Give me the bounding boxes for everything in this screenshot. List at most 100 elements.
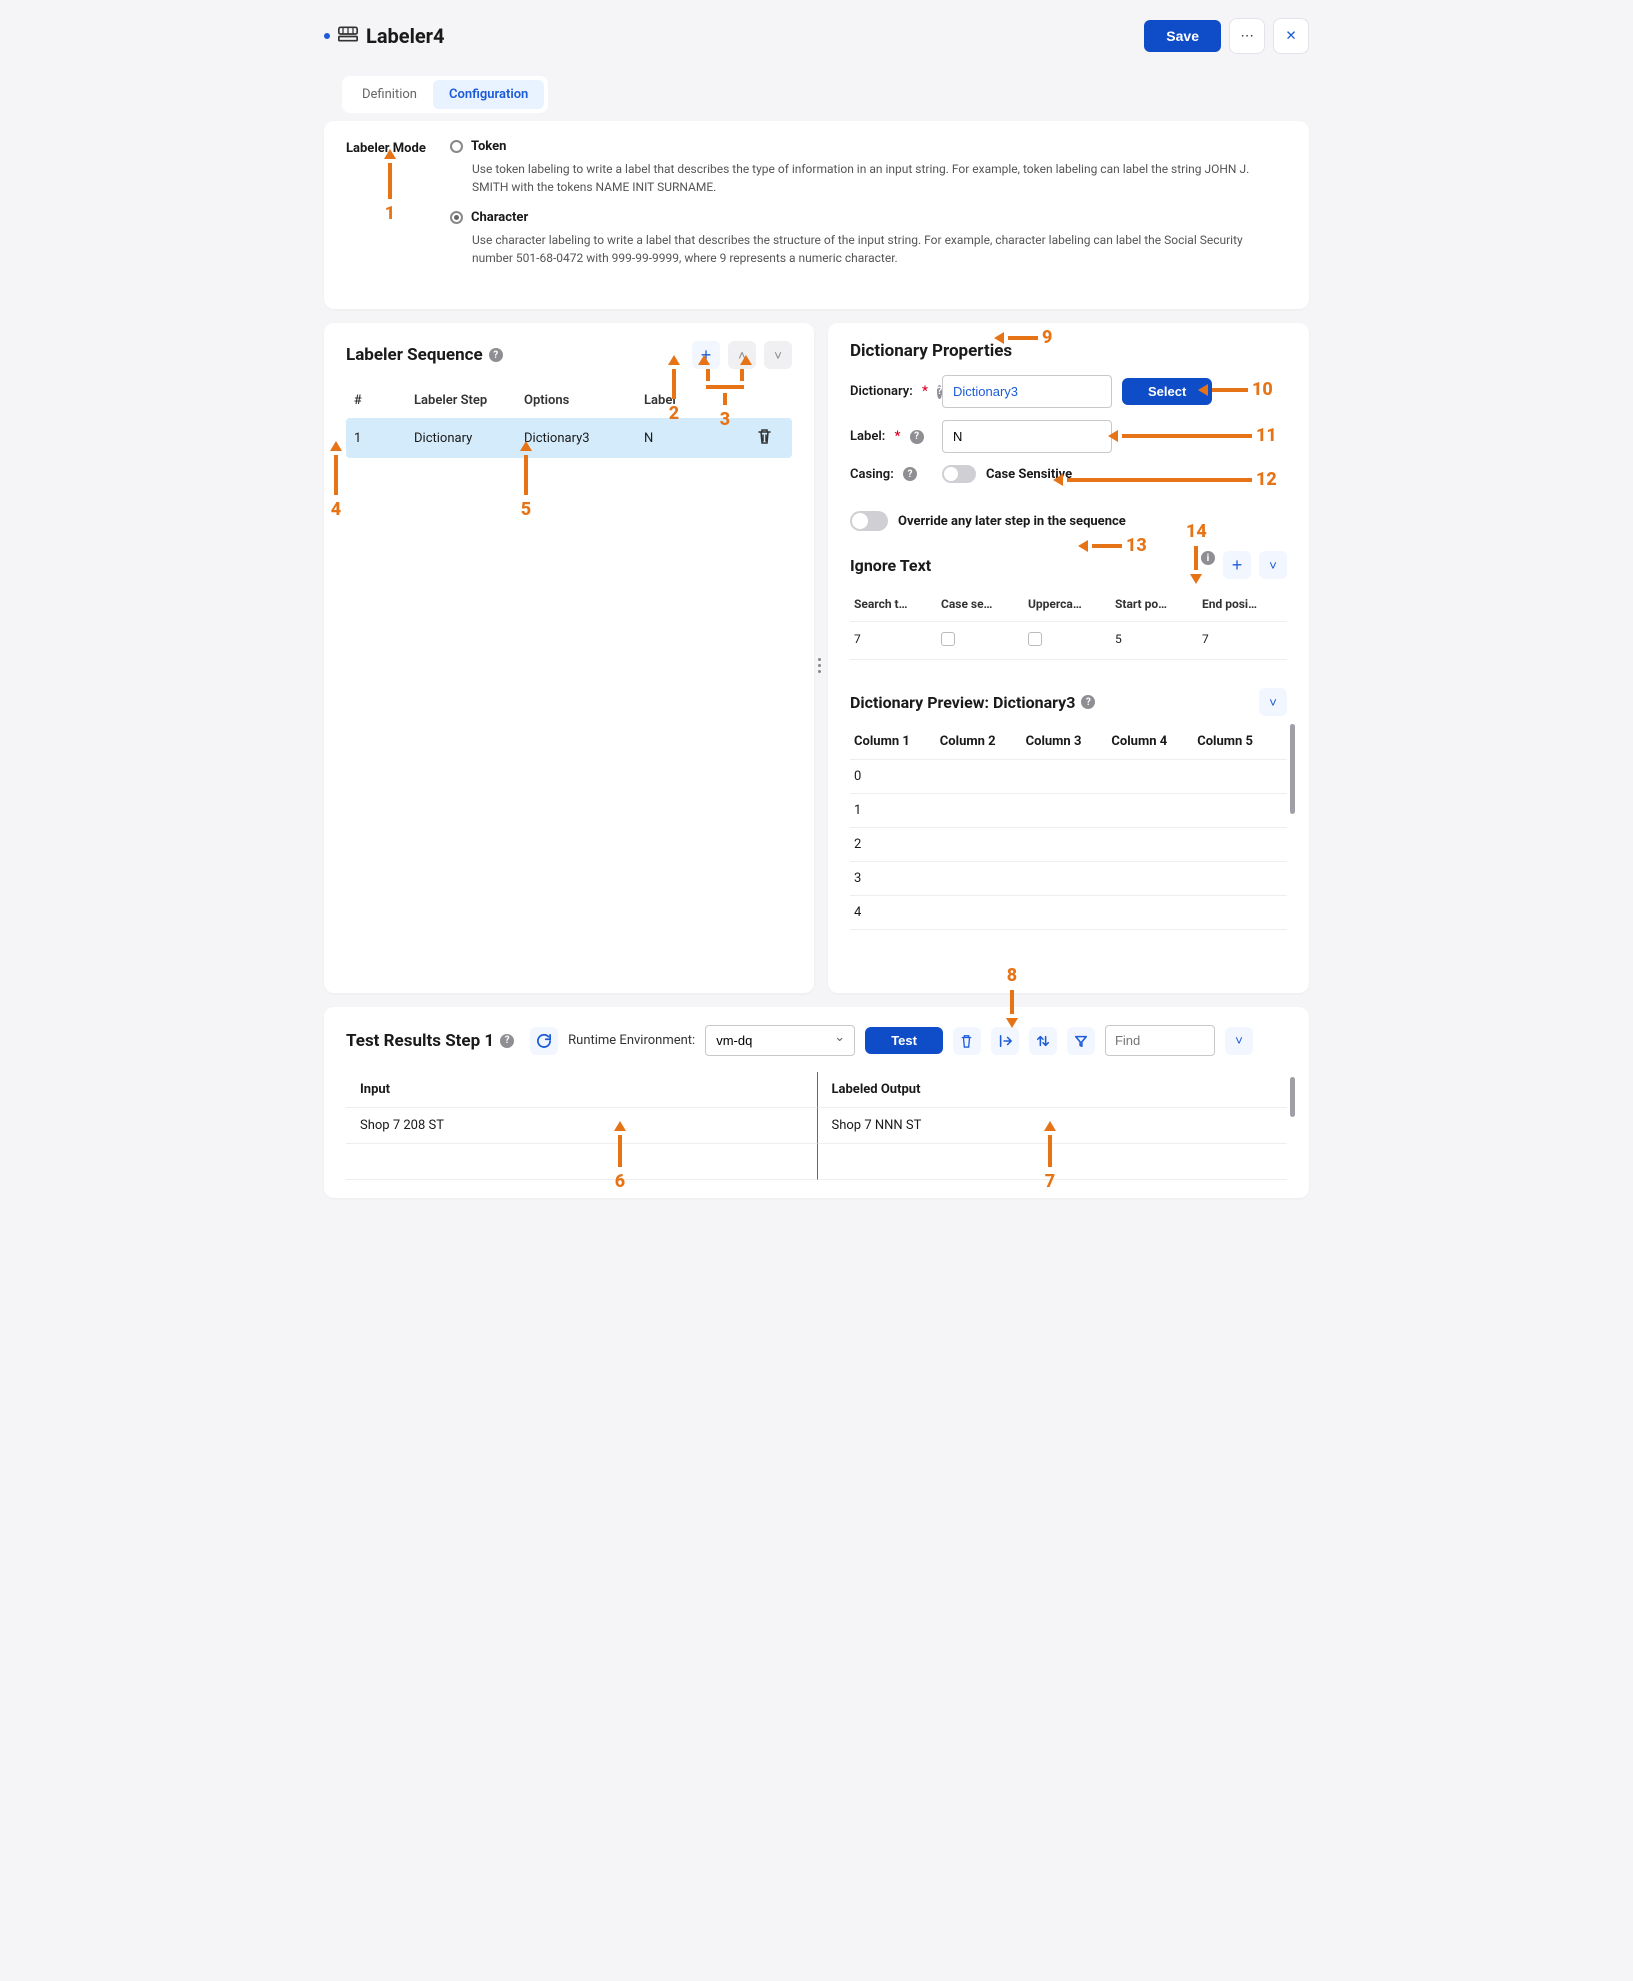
delete-results-button[interactable] (953, 1027, 981, 1055)
character-radio[interactable] (450, 211, 463, 224)
runtime-env-label: Runtime Environment: (568, 1033, 695, 1048)
character-radio-label: Character (471, 210, 528, 225)
token-radio[interactable] (450, 140, 463, 153)
sequence-table: # Labeler Step Options Label 1 Dictionar… (346, 383, 792, 458)
pv-row-0[interactable]: 0 (850, 760, 1287, 794)
override-label: Override any later step in the sequence (898, 514, 1126, 529)
preview-scrollbar[interactable] (1290, 724, 1295, 814)
ig-col-upper: Upperca… (1028, 597, 1109, 611)
info-icon[interactable]: i (1201, 551, 1215, 565)
find-input[interactable] (1105, 1025, 1215, 1056)
override-toggle[interactable] (850, 511, 888, 531)
pv-row-4[interactable]: 4 (850, 896, 1287, 930)
annotation-5: 5 (521, 499, 531, 520)
ig-cell-search: 7 (854, 632, 935, 649)
filter-button[interactable] (1067, 1027, 1095, 1055)
dictionary-properties-panel: Dictionary Properties Dictionary: * ? Se… (828, 323, 1309, 993)
tab-definition[interactable]: Definition (346, 80, 433, 109)
ig-col-start: Start po… (1115, 597, 1196, 611)
help-icon[interactable]: ? (500, 1034, 514, 1048)
more-button[interactable]: ⋯ (1229, 18, 1265, 54)
collapse-ignore-button[interactable]: ˅ (1259, 551, 1287, 579)
props-title: Dictionary Properties (850, 341, 1012, 361)
pv-row-2[interactable]: 2 (850, 828, 1287, 862)
move-up-button[interactable]: ˄ (728, 341, 756, 369)
runtime-select[interactable]: vm-dq (705, 1025, 855, 1056)
upper-checkbox[interactable] (1028, 632, 1042, 646)
ig-cell-end: 7 (1202, 632, 1283, 649)
refresh-button[interactable] (530, 1027, 558, 1055)
save-button[interactable]: Save (1144, 20, 1221, 52)
sort-button[interactable] (1029, 1027, 1057, 1055)
labeler-mode-panel: Labeler Mode Token Use token labeling to… (324, 121, 1309, 309)
col-step: Labeler Step (414, 393, 524, 408)
add-step-button[interactable]: + (692, 341, 720, 369)
annotation-4: 4 (331, 499, 341, 520)
ig-col-search: Search t… (854, 597, 935, 611)
sequence-row[interactable]: 1 Dictionary Dictionary3 N (346, 418, 792, 458)
ignore-row[interactable]: 7 5 7 (850, 622, 1287, 660)
delete-step-button[interactable] (744, 428, 784, 448)
ignore-text-table: Search t… Case se… Upperca… Start po… En… (850, 587, 1287, 660)
col-input: Input (346, 1072, 817, 1108)
panel-drag-handle[interactable] (818, 658, 822, 673)
pv-col-5: Column 5 (1197, 734, 1283, 749)
collapse-results-button[interactable]: ˅ (1225, 1027, 1253, 1055)
ignore-text-title: Ignore Text (850, 556, 931, 575)
case-checkbox[interactable] (941, 632, 955, 646)
select-dictionary-button[interactable]: Select (1122, 378, 1212, 405)
token-radio-label: Token (471, 139, 506, 154)
preview-title: Dictionary Preview: Dictionary3 (850, 693, 1075, 712)
results-row[interactable]: Shop 7 208 ST Shop 7 NNN ST (346, 1108, 1287, 1144)
pv-col-2: Column 2 (940, 734, 1026, 749)
cell-num: 1 (354, 431, 414, 446)
move-down-button[interactable]: ˅ (764, 341, 792, 369)
test-results-title: Test Results Step 1 (346, 1031, 494, 1051)
page-header: Labeler4 Save ⋯ ✕ (324, 12, 1309, 66)
dictionary-input[interactable] (942, 375, 1112, 408)
pv-row-1[interactable]: 1 (850, 794, 1287, 828)
pv-col-1: Column 1 (854, 734, 940, 749)
ig-col-case: Case se… (941, 597, 1022, 611)
dictionary-preview-table: Column 1 Column 2 Column 3 Column 4 Colu… (850, 724, 1287, 930)
close-button[interactable]: ✕ (1273, 18, 1309, 54)
labeler-icon (338, 26, 358, 47)
label-input[interactable] (942, 420, 1112, 453)
col-output: Labeled Output (817, 1072, 1288, 1108)
tab-configuration[interactable]: Configuration (433, 80, 544, 109)
token-desc: Use token labeling to write a label that… (472, 160, 1272, 196)
upload-button[interactable] (991, 1027, 1019, 1055)
col-label: Label (644, 393, 744, 408)
character-desc: Use character labeling to write a label … (472, 231, 1272, 267)
cell-step: Dictionary (414, 431, 524, 446)
sequence-title: Labeler Sequence (346, 345, 483, 365)
pv-row-3[interactable]: 3 (850, 862, 1287, 896)
label-field-label: Label: (850, 429, 885, 444)
labeler-sequence-panel: Labeler Sequence ? + ˄ ˅ # Labeler Step … (324, 323, 814, 993)
cell-input: Shop 7 208 ST (346, 1108, 817, 1144)
help-icon[interactable]: ? (910, 430, 924, 444)
pv-col-4: Column 4 (1111, 734, 1197, 749)
ig-cell-start: 5 (1115, 632, 1196, 649)
labeler-mode-label: Labeler Mode (346, 139, 436, 281)
add-ignore-button[interactable]: + (1223, 551, 1251, 579)
page-title: Labeler4 (366, 24, 1136, 48)
casing-value: Case Sensitive (986, 467, 1072, 482)
collapse-preview-button[interactable]: ˅ (1259, 688, 1287, 716)
ig-col-end: End posi… (1202, 597, 1283, 611)
test-results-panel: Test Results Step 1 ? Runtime Environmen… (324, 1007, 1309, 1198)
help-icon[interactable]: ? (903, 467, 917, 481)
cell-options: Dictionary3 (524, 431, 644, 446)
dictionary-field-label: Dictionary: (850, 384, 913, 399)
help-icon[interactable]: ? (489, 348, 503, 362)
casing-field-label: Casing: (850, 467, 894, 482)
col-options: Options (524, 393, 644, 408)
casing-toggle[interactable] (942, 465, 976, 483)
results-scrollbar[interactable] (1290, 1077, 1295, 1117)
unsaved-dot (324, 33, 330, 39)
col-num: # (354, 393, 414, 408)
cell-label: N (644, 431, 744, 446)
test-button[interactable]: Test (865, 1027, 943, 1054)
help-icon[interactable]: ? (1081, 695, 1095, 709)
pv-col-3: Column 3 (1026, 734, 1112, 749)
